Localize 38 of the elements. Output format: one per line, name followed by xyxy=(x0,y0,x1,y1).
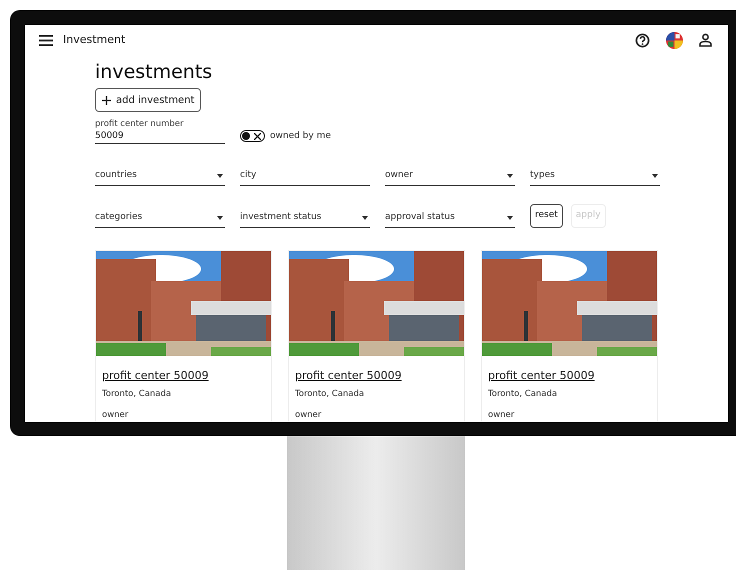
select-field[interactable]: types xyxy=(530,166,660,186)
menu-icon[interactable] xyxy=(39,34,53,46)
dropdown-caret-icon xyxy=(507,216,513,220)
card-title-link[interactable]: profit center 50009 xyxy=(488,368,595,384)
card-location: Toronto, Canada xyxy=(102,388,172,400)
toggle-switch[interactable] xyxy=(240,130,265,142)
select-field[interactable]: investment status xyxy=(240,208,370,228)
dropdown-caret-icon xyxy=(217,216,223,220)
add-investment-button[interactable]: add investment xyxy=(95,88,202,112)
toggle-label: owned by me xyxy=(270,130,331,142)
select-field[interactable]: owner xyxy=(385,166,515,186)
owner-label: owner xyxy=(488,409,516,422)
select-field[interactable]: approval status xyxy=(385,208,515,228)
card-title-link[interactable]: profit center 50009 xyxy=(102,368,209,384)
input-field[interactable]: city xyxy=(240,166,370,186)
card-location: Toronto, Canada xyxy=(488,388,558,400)
owner-label: owner xyxy=(102,409,130,422)
page-title: investments xyxy=(95,60,214,85)
card-title-link[interactable]: profit center 50009 xyxy=(295,368,402,384)
app-title: Investment xyxy=(63,32,126,48)
select-field[interactable]: countries xyxy=(95,166,225,186)
dropdown-caret-icon xyxy=(217,174,223,178)
dropdown-caret-icon xyxy=(507,174,513,178)
flag-icon[interactable] xyxy=(666,32,683,48)
investment-card[interactable]: profit center 50009 Toronto, Canada owner xyxy=(95,250,272,422)
select-field[interactable]: categories xyxy=(95,208,225,228)
dropdown-caret-icon xyxy=(652,174,658,178)
card-location: Toronto, Canada xyxy=(295,388,366,400)
x-icon xyxy=(254,133,261,140)
user-icon[interactable] xyxy=(699,33,712,47)
dropdown-caret-icon xyxy=(362,216,368,220)
investment-card[interactable]: profit center 50009 Toronto, Canada owner xyxy=(481,250,658,422)
profit-center-field[interactable]: profit center number 50009 xyxy=(95,118,225,144)
action-button[interactable]: reset xyxy=(530,204,563,228)
investment-card[interactable]: profit center 50009 Toronto, Canada owner xyxy=(288,250,465,422)
owner-label: owner xyxy=(295,409,322,422)
help-icon[interactable] xyxy=(635,32,650,48)
plus-icon xyxy=(102,96,111,104)
